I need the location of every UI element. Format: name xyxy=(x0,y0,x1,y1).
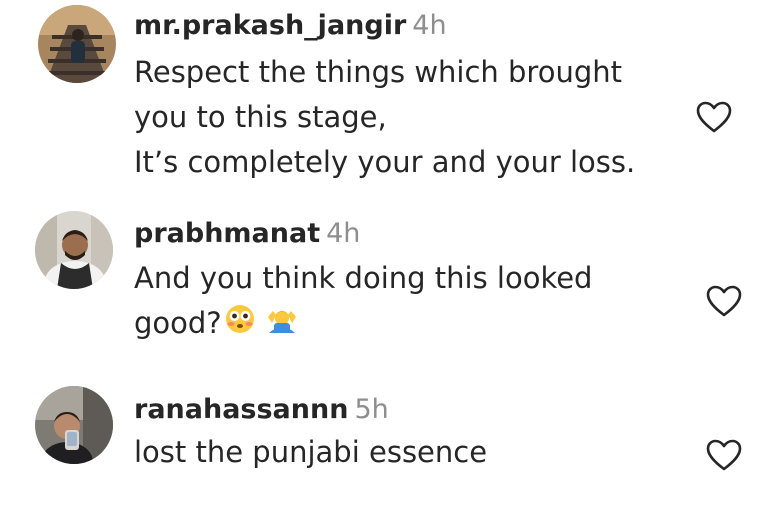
avatar[interactable] xyxy=(35,386,113,464)
comment-text-line: And you think doing this looked xyxy=(134,261,593,295)
comment-header: prabhmanat 4h xyxy=(134,218,674,250)
comment-time: 4h xyxy=(412,10,447,41)
profile-photo-icon xyxy=(35,211,113,289)
comment-time: 5h xyxy=(354,394,389,425)
heart-outline-icon[interactable] xyxy=(704,282,744,322)
comment-text: good? xyxy=(134,306,222,340)
username-link[interactable]: ranahassannn xyxy=(134,394,348,425)
comment-text-line: Respect the things which brought xyxy=(134,55,622,89)
heart-outline-icon[interactable] xyxy=(694,98,734,138)
flushed-face-emoji xyxy=(224,303,256,348)
comment-header: ranahassannn 5h xyxy=(134,394,674,426)
comment-time: 4h xyxy=(326,218,361,249)
comment-text-line: lost the punjabi essence xyxy=(134,435,488,469)
comment-text-line: you to this stage, xyxy=(134,100,387,134)
comment-text-line: It’s completely your and your loss. xyxy=(134,145,636,179)
avatar[interactable] xyxy=(38,5,116,83)
comment-header: mr.prakash_jangir 4h xyxy=(134,10,674,42)
comment-text-line: good? xyxy=(134,301,674,348)
username-link[interactable]: prabhmanat xyxy=(134,218,320,249)
person-shrugging-emoji xyxy=(266,303,298,348)
heart-outline-icon[interactable] xyxy=(704,436,744,476)
profile-photo-icon xyxy=(35,386,113,464)
username-link[interactable]: mr.prakash_jangir xyxy=(134,10,406,41)
profile-photo-icon xyxy=(38,5,116,83)
avatar[interactable] xyxy=(35,211,113,289)
